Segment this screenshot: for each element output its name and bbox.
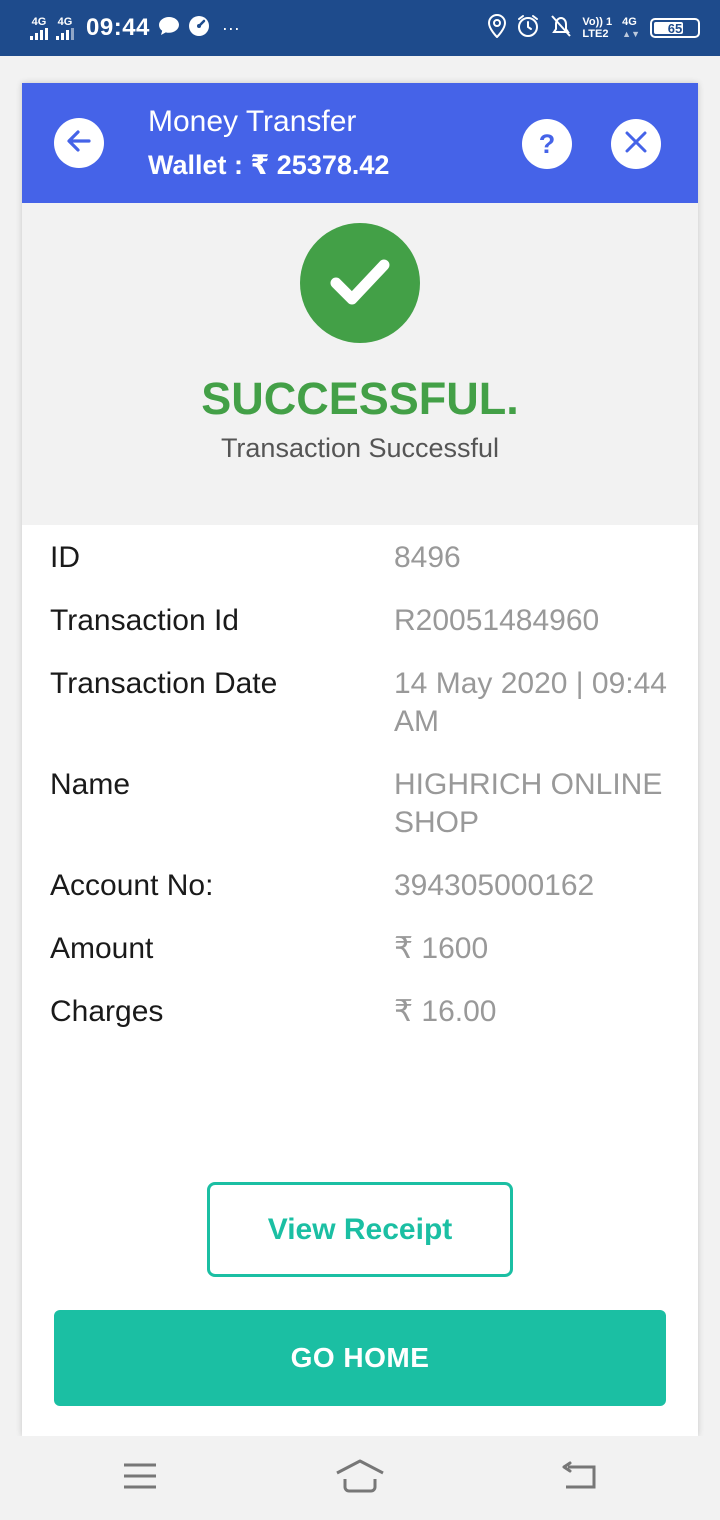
wallet-balance: Wallet : ₹ 25378.42: [148, 150, 390, 180]
view-receipt-button[interactable]: View Receipt: [207, 1182, 513, 1277]
nav-menu-button[interactable]: [120, 1458, 160, 1498]
nav-home-button[interactable]: [336, 1458, 384, 1498]
more-notifications: ···: [221, 17, 240, 38]
home-icon: [335, 1459, 385, 1498]
volte-indicator: Vo)) 1 LTE2: [582, 16, 613, 40]
battery-icon: 65: [650, 18, 700, 38]
status-title: SUCCESSFUL.: [201, 373, 519, 424]
success-badge: [300, 223, 420, 343]
signal-1: 4G: [30, 16, 48, 40]
network-4g: 4G ▲▼: [622, 16, 640, 39]
chat-icon: [158, 16, 180, 41]
status-bar: 4G 4G 09:44 ··· Vo)) 1 LTE2 4G ▲▼ 65: [0, 0, 720, 56]
detail-label: Transaction Date: [50, 667, 278, 700]
detail-value: 14 May 2020 | 09:44 AM: [394, 667, 667, 738]
detail-value: 394305000162: [394, 869, 595, 902]
detail-value: 8496: [394, 541, 461, 574]
back-icon: [562, 1461, 598, 1496]
status-area: SUCCESSFUL. Transaction Successful: [22, 203, 698, 525]
transfer-card: Money Transfer Wallet : ₹ 25378.42 ? SUC…: [22, 83, 698, 1436]
mute-bell-icon: [550, 14, 572, 43]
detail-value: ₹ 16.00: [394, 995, 497, 1028]
arrow-left-icon: [64, 126, 94, 161]
menu-icon: [122, 1461, 158, 1496]
check-icon: [320, 241, 400, 326]
system-nav-bar: [0, 1436, 720, 1520]
nav-back-button[interactable]: [560, 1458, 600, 1498]
detail-value: HIGHRICH ONLINE SHOP: [394, 768, 663, 839]
clock: 09:44: [86, 14, 150, 41]
header: Money Transfer Wallet : ₹ 25378.42 ?: [22, 83, 698, 203]
close-icon: [623, 129, 649, 160]
detail-label: Account No:: [50, 869, 214, 902]
go-home-button[interactable]: GO HOME: [54, 1310, 666, 1406]
detail-label: Charges: [50, 995, 164, 1028]
question-icon: ?: [538, 128, 556, 159]
alarm-icon: [516, 14, 540, 43]
detail-value: R20051484960: [394, 604, 600, 637]
status-subtitle: Transaction Successful: [220, 433, 500, 463]
help-button[interactable]: ?: [522, 119, 572, 169]
detail-label: Name: [50, 768, 131, 801]
speed-icon: [188, 15, 210, 42]
close-button[interactable]: [611, 119, 661, 169]
detail-label: ID: [50, 541, 80, 574]
detail-value: ₹ 1600: [394, 932, 489, 965]
detail-label: Transaction Id: [50, 604, 239, 637]
location-icon: [488, 13, 507, 43]
back-button[interactable]: [54, 118, 104, 168]
battery-level: 65: [667, 20, 683, 36]
signal-2: 4G: [56, 16, 74, 40]
detail-label: Amount: [50, 932, 154, 965]
page-title: Money Transfer: [148, 105, 357, 138]
